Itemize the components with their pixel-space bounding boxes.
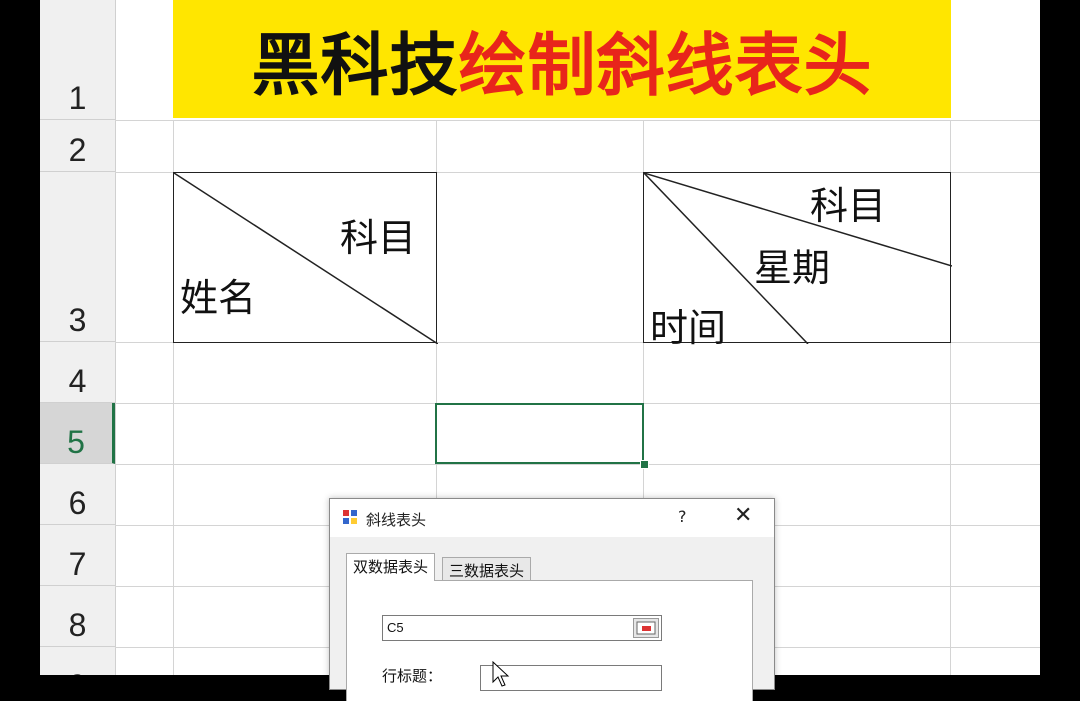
row-header-1[interactable]: 1 xyxy=(40,0,115,120)
tab-three-field-header[interactable]: 三数据表头 xyxy=(442,557,532,581)
header-label-name: 姓名 xyxy=(180,276,257,320)
range-select-icon xyxy=(636,621,656,635)
row-header-2[interactable]: 2 xyxy=(40,120,115,172)
row-header-7[interactable]: 7 xyxy=(40,525,115,586)
row-header-6[interactable]: 6 xyxy=(40,464,115,525)
header-label-weekday: 星期 xyxy=(754,246,831,290)
app-icon xyxy=(343,510,357,524)
tab-two-field-header[interactable]: 双数据表头 xyxy=(346,553,436,581)
help-button[interactable]: ? xyxy=(678,507,687,526)
row-header-4[interactable]: 4 xyxy=(40,342,115,403)
row-header-8[interactable]: 8 xyxy=(40,586,115,647)
close-button[interactable]: ✕ xyxy=(734,503,752,528)
diagonal-header-dialog: 斜线表头 ? ✕ 双数据表头 三数据表头 C5 行标题： xyxy=(329,498,775,701)
row-header-3[interactable]: 3 xyxy=(40,172,115,342)
row-header-9[interactable]: 9 xyxy=(40,647,115,675)
row-title-label: 行标题： xyxy=(382,667,443,685)
three-field-diagonal-header[interactable]: 科目 星期 时间 xyxy=(643,172,952,350)
row-header-5[interactable]: 5 xyxy=(40,403,115,464)
banner-title-black: 黑科技 xyxy=(251,26,459,106)
cell-reference-value: C5 xyxy=(387,620,404,635)
mouse-cursor-icon xyxy=(492,661,510,687)
banner-title-red: 绘制斜线表头 xyxy=(458,26,873,106)
header-label-subject: 科目 xyxy=(340,216,417,260)
gridline xyxy=(115,464,1040,465)
dialog-titlebar: 斜线表头 ? ✕ xyxy=(330,499,774,537)
title-banner: 黑科技 绘制斜线表头 xyxy=(173,0,951,118)
gridline xyxy=(115,120,1040,121)
cell-reference-input[interactable]: C5 xyxy=(382,615,662,641)
header-label-time: 时间 xyxy=(650,306,727,350)
fill-handle[interactable] xyxy=(640,460,649,469)
selected-cell-c5[interactable] xyxy=(435,403,644,464)
dialog-title: 斜线表头 xyxy=(366,511,427,529)
two-field-diagonal-header[interactable]: 科目 姓名 xyxy=(173,172,438,344)
header-label-subject: 科目 xyxy=(810,184,887,228)
range-select-button[interactable] xyxy=(633,618,659,638)
